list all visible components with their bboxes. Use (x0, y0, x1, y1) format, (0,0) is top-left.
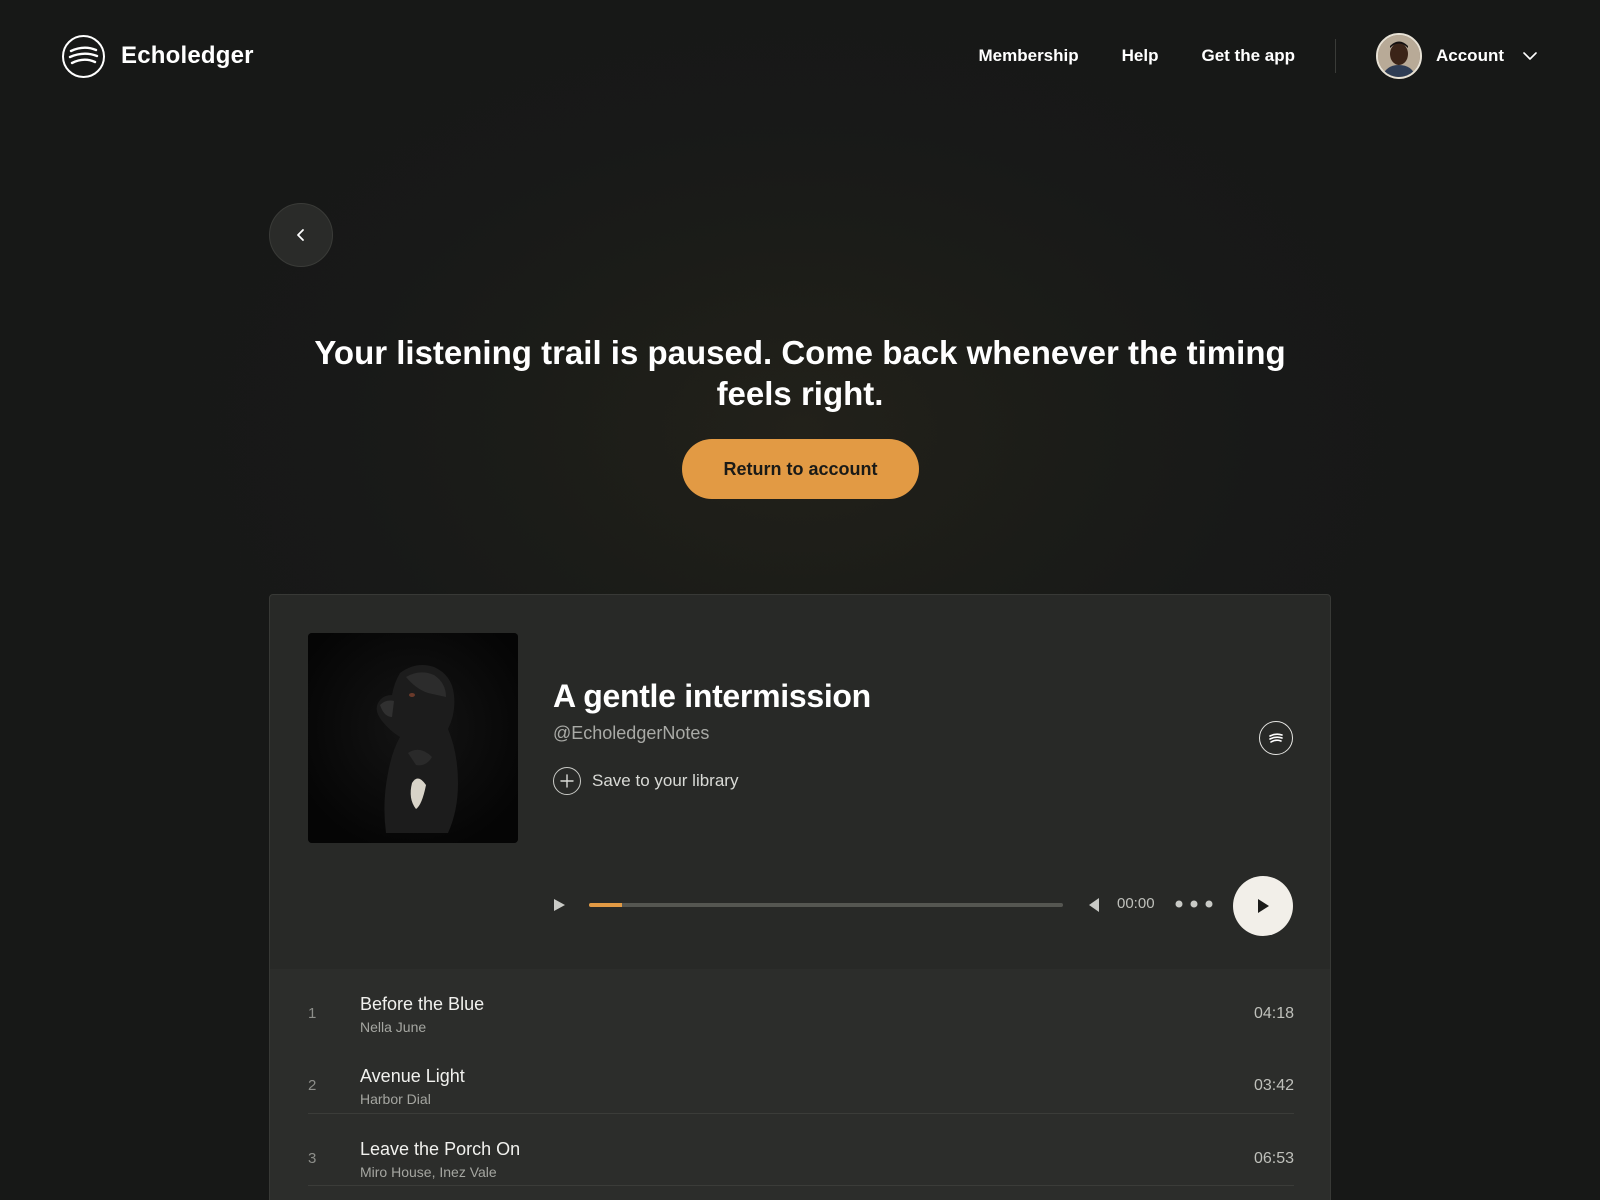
track-duration: 06:53 (1253, 1150, 1294, 1167)
brand-name: Echoledger (121, 42, 254, 69)
track-artist: Harbor Dial (360, 1091, 431, 1107)
progress-fill (589, 903, 623, 907)
chevron-down-icon (1523, 52, 1537, 60)
account-label: Account (1436, 46, 1504, 65)
cover-image (308, 633, 518, 843)
track-duration: 04:18 (1253, 1005, 1294, 1022)
save-label: Save to your library (592, 771, 739, 790)
volume-icon[interactable] (1087, 897, 1101, 913)
track-row[interactable]: 2 Avenue Light Harbor Dial 03:42 (308, 1041, 1294, 1113)
chevron-left-icon (297, 229, 304, 241)
track-title: Avenue Light (360, 1066, 465, 1086)
track-row-partial[interactable] (308, 1185, 1294, 1200)
play-icon (1258, 899, 1269, 913)
back-button[interactable] (269, 203, 333, 267)
track-number: 1 (308, 1005, 317, 1022)
logo-icon (62, 34, 105, 78)
paused-message: Your listening trail is paused. Come bac… (314, 334, 1286, 412)
progress-bar[interactable] (589, 903, 1063, 907)
tracklist: 1 Before the Blue Nella June 04:18 2 Ave… (270, 969, 1330, 1200)
player-card: A gentle intermission @EcholedgerNotes S… (269, 594, 1331, 1200)
play-button[interactable] (1233, 876, 1293, 936)
brand-badge-icon[interactable] (1259, 721, 1293, 755)
more-icon[interactable] (1174, 898, 1214, 910)
playlist-title: A gentle intermission (553, 678, 871, 714)
track-number: 2 (308, 1077, 317, 1094)
track-title: Before the Blue (360, 994, 485, 1014)
track-artist: Miro House, Inez Vale (360, 1164, 497, 1180)
avatar (1376, 33, 1422, 79)
track-duration: 03:42 (1253, 1077, 1294, 1094)
plus-icon (553, 767, 581, 795)
track-row[interactable]: 1 Before the Blue Nella June 04:18 (308, 969, 1294, 1041)
track-number: 3 (308, 1150, 317, 1167)
time-readout: 00:00 (1117, 895, 1155, 912)
nav-membership[interactable]: Membership (979, 46, 1079, 66)
brand[interactable]: Echoledger (62, 34, 254, 78)
site-header: Echoledger Membership Help Get the app A… (0, 0, 1600, 112)
play-icon[interactable] (551, 897, 567, 913)
nav-divider (1335, 39, 1336, 73)
main-nav: Membership Help Get the app (979, 46, 1296, 66)
playlist-handle[interactable]: @EcholedgerNotes (553, 723, 709, 744)
return-to-account-button[interactable]: Return to account (682, 439, 919, 499)
save-to-library-button[interactable]: Save to your library (553, 767, 738, 795)
track-artist: Nella June (360, 1019, 427, 1035)
nav-help[interactable]: Help (1122, 46, 1159, 66)
track-row[interactable]: 3 Leave the Porch On Miro House, Inez Va… (308, 1113, 1294, 1185)
track-title: Leave the Porch On (360, 1139, 521, 1159)
account-menu[interactable]: Account (1376, 33, 1538, 79)
nav-get-the-app[interactable]: Get the app (1201, 46, 1295, 66)
